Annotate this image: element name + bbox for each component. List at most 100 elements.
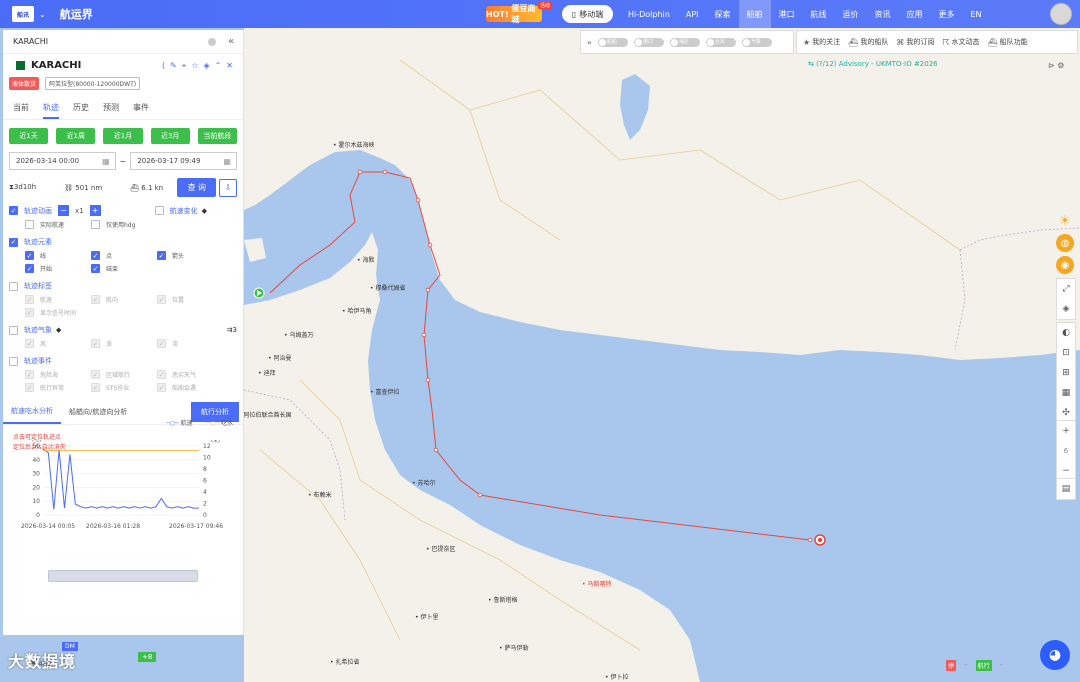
option-item[interactable]: ✓ 显示信号时间 xyxy=(25,308,91,317)
fleet-item[interactable]: ☈ 水文动态 xyxy=(942,37,979,47)
nav-item[interactable]: 应用 xyxy=(899,0,931,28)
toggle-switch[interactable]: 气象 xyxy=(741,37,772,47)
logo[interactable]: 船讯 xyxy=(12,6,34,22)
area-icon[interactable]: ⊞ xyxy=(1062,363,1070,383)
option-checkbox[interactable]: ✓ xyxy=(25,339,34,348)
ruler-icon[interactable]: ⊡ xyxy=(1062,343,1070,363)
option-checkbox[interactable]: ✓ xyxy=(157,295,166,304)
option-item[interactable]: ✓ 航速 xyxy=(25,295,91,304)
marks-checkbox[interactable] xyxy=(9,281,18,291)
nav-item[interactable]: 港口 xyxy=(771,0,803,28)
minus-button[interactable]: − xyxy=(58,205,69,216)
legend-speed[interactable]: ─○─ 航速 xyxy=(166,418,192,427)
share-icon[interactable]: ⟨ xyxy=(162,61,165,71)
events-checkbox[interactable] xyxy=(9,356,18,366)
layers-icon[interactable]: ◈ xyxy=(1063,299,1070,319)
nav-item[interactable]: EN xyxy=(963,0,990,28)
locate-icon[interactable]: ◈ xyxy=(203,61,209,71)
nav-item[interactable]: 运价 xyxy=(835,0,867,28)
hdg-option[interactable]: 仅使用hdg xyxy=(91,220,181,229)
palette-icon[interactable]: ◐ xyxy=(1062,323,1070,343)
weather-legend-icon[interactable]: ⇉3 xyxy=(227,326,237,334)
option-item[interactable]: ✓ 航向 xyxy=(91,295,157,304)
tab-item[interactable]: 历史 xyxy=(73,102,89,119)
tag-icon[interactable]: ⌖ xyxy=(182,61,187,71)
option-item[interactable]: ✓ 风 xyxy=(25,339,91,348)
option-checkbox[interactable]: ✓ xyxy=(91,251,100,260)
range-button[interactable]: 近1月 xyxy=(103,128,143,144)
nav-item[interactable]: API xyxy=(678,0,707,28)
option-checkbox[interactable]: ✓ xyxy=(157,251,166,260)
nav-item[interactable]: 船舶 xyxy=(738,0,771,28)
edit-icon[interactable]: ✎ xyxy=(170,61,177,71)
tab-heading[interactable]: 船艏向/航迹向分析 xyxy=(61,401,135,423)
weather-icon[interactable]: ◆ xyxy=(56,326,61,334)
fleet-item[interactable]: ⌘ 我的订阅 xyxy=(896,37,934,47)
layer-toggle[interactable]: 海区 xyxy=(669,37,700,47)
close-icon[interactable]: ✕ xyxy=(226,61,233,71)
legend-draught[interactable]: ─○─ 吃水 xyxy=(207,418,233,427)
star-icon[interactable]: ☆ xyxy=(191,61,198,71)
chat-icon[interactable]: ◍ xyxy=(1056,234,1074,252)
nav-item[interactable]: 资讯 xyxy=(867,0,899,28)
option-checkbox[interactable]: ✓ xyxy=(91,383,100,392)
option-checkbox[interactable]: ✓ xyxy=(91,295,100,304)
tab-speed-draught[interactable]: 航速吃水分析 xyxy=(3,400,61,424)
option-checkbox[interactable]: ✓ xyxy=(157,383,166,392)
option-item[interactable]: ✓ 箭头 xyxy=(157,251,223,260)
option-checkbox[interactable]: ✓ xyxy=(25,370,34,379)
range-button[interactable]: 近1天 xyxy=(9,128,49,144)
option-checkbox[interactable]: ✓ xyxy=(157,339,166,348)
basemap-icon[interactable]: ▤ xyxy=(1062,479,1071,499)
legend-icon[interactable]: ◆ xyxy=(202,207,207,215)
fleet-item[interactable]: ⛴ 我的船队 xyxy=(848,37,888,47)
collapse-icon[interactable]: « xyxy=(228,36,234,47)
anim-checkbox[interactable]: ✓ xyxy=(9,206,18,215)
option-item[interactable]: ✓ 船舶会遇 xyxy=(157,383,223,392)
plus-button[interactable]: + xyxy=(89,205,101,216)
next-icon[interactable]: ⊳ xyxy=(1048,61,1055,70)
range-button[interactable]: 近1周 xyxy=(56,128,96,144)
fleet-item[interactable]: ★ 我的关注 xyxy=(803,37,840,47)
chevron-up-icon[interactable]: ⌃ xyxy=(215,61,222,71)
search-input[interactable] xyxy=(13,37,203,46)
option-item[interactable]: ✓ 结束 xyxy=(91,264,157,273)
tab-item[interactable]: 事件 xyxy=(133,102,149,119)
layer-toggle[interactable]: 船舶 xyxy=(597,37,628,47)
option-checkbox[interactable]: ✓ xyxy=(91,370,100,379)
chart-range-slider[interactable] xyxy=(48,570,198,582)
range-button[interactable]: 近3月 xyxy=(150,128,190,144)
chevron-down-icon[interactable]: ⌄ xyxy=(39,10,46,19)
option-checkbox[interactable]: ✓ xyxy=(25,383,34,392)
range-button[interactable]: 当前航段 xyxy=(197,128,238,144)
advisory-link[interactable]: ⇆ (?/12) Advisory - UKMTO-IO #2026 xyxy=(808,60,938,68)
option-item[interactable]: ✓ 区域航行 xyxy=(91,370,157,379)
zoom-in-icon[interactable]: + xyxy=(1062,421,1070,441)
toggle-switch[interactable]: 港口 xyxy=(633,37,664,47)
option-checkbox[interactable]: ✓ xyxy=(91,264,100,273)
toggle-switch[interactable]: 船舶 xyxy=(597,37,628,47)
date-to-field[interactable]: 2026-03-17 09:49 xyxy=(130,152,237,170)
option-item[interactable]: ✓ STS作业 xyxy=(91,383,157,392)
tab-item[interactable]: 轨迹 xyxy=(43,102,59,119)
clear-icon[interactable] xyxy=(208,37,216,46)
settings-icon[interactable]: ⚙ xyxy=(1057,61,1064,70)
fullscreen-icon[interactable]: ⤢ xyxy=(1062,279,1069,299)
option-checkbox[interactable]: ✓ xyxy=(25,251,34,260)
download-icon[interactable]: ⇩ xyxy=(219,178,237,197)
plus-badge[interactable]: +8 xyxy=(138,652,157,662)
fleet-item[interactable]: ⛴ 船队功能 xyxy=(988,37,1028,47)
tab-item[interactable]: 预测 xyxy=(103,102,119,119)
option-item[interactable]: ✓ 开始 xyxy=(25,264,91,273)
layer-toggle[interactable]: 港口 xyxy=(633,37,664,47)
option-item[interactable]: ✓ 航行异常 xyxy=(25,383,91,392)
expand-icon[interactable]: » xyxy=(587,38,592,47)
notice-icon[interactable]: ◉ xyxy=(1056,256,1074,274)
nav-item[interactable]: Hi-Dolphin xyxy=(620,0,678,28)
option-checkbox[interactable]: ✓ xyxy=(25,308,34,317)
weather-sun-icon[interactable]: ☀ xyxy=(1056,212,1074,230)
assistant-icon[interactable]: ◕ xyxy=(1040,640,1070,670)
layer-toggle[interactable]: 台风 xyxy=(705,37,736,47)
option-item[interactable]: ✓ 位置 xyxy=(157,295,223,304)
option-item[interactable]: ✓ 流 xyxy=(157,339,223,348)
